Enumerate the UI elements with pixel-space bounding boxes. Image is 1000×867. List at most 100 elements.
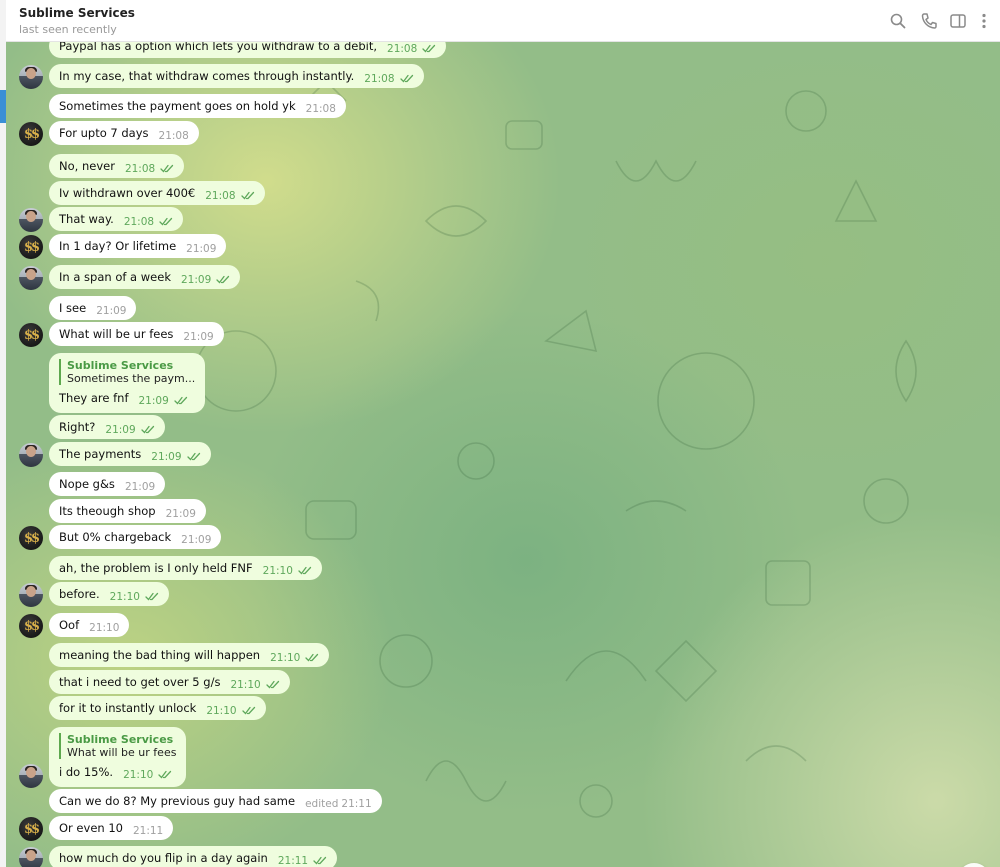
read-check-icon [241,706,255,715]
reply-quote[interactable]: Sublime Services What will be ur fees [59,733,176,759]
message-text: What will be ur fees [59,327,174,341]
message-text: that i need to get over 5 g/s [59,675,221,689]
message-time: 21:11 [341,798,372,810]
message-time: 21:09 [138,395,169,407]
contact-avatar[interactable]: $$ [19,122,43,146]
read-check-icon [141,425,154,434]
chat-title[interactable]: Sublime Services [19,6,135,20]
message-bubble[interactable]: before. 21:10 [49,582,169,606]
read-check-icon [160,164,174,173]
read-check-icon [186,452,200,461]
message-text: Right? [59,420,96,434]
chat-status: last seen recently [19,23,117,36]
contact-avatar[interactable]: $$ [19,235,43,259]
user-avatar[interactable] [19,266,43,290]
message-bubble[interactable]: Sublime Services Sometimes the paym... The… [49,353,206,413]
message-time: 21:08 [305,103,336,115]
message-bubble[interactable]: Or even 10 21:11 [49,816,174,840]
user-avatar[interactable] [19,443,43,467]
message-time: 21:09 [181,534,212,546]
message-text: ah, the problem is I only held FNF [59,561,253,575]
read-check-icon [313,856,327,865]
user-avatar[interactable] [19,208,43,232]
message-text: Oof [59,618,80,632]
message-text: Can we do 8? My previous guy had same [59,794,296,808]
message-bubble[interactable]: But 0% chargeback 21:09 [49,525,222,549]
message-text: In 1 day? Or lifetime [59,239,177,253]
message-bubble[interactable]: for it to instantly unlock 21:10 [49,696,266,720]
more-icon[interactable] [974,11,994,31]
message-text: I see [59,301,87,315]
message-bubble[interactable]: Right? 21:09 [49,415,165,439]
sidebar-toggle-icon[interactable] [948,11,968,31]
message-bubble[interactable]: The payments 21:09 [49,442,211,466]
message-time: 21:10 [109,591,140,603]
search-icon[interactable] [888,11,908,31]
message-text: But 0% chargeback [59,530,172,544]
reply-snippet: What will be ur fees [67,746,177,759]
message-bubble[interactable]: meaning the bad thing will happen 21:10 [49,643,330,667]
message-time: 21:08 [205,190,236,202]
reply-quote[interactable]: Sublime Services Sometimes the paym... [59,359,195,385]
contact-avatar[interactable]: $$ [19,817,43,841]
message-bubble[interactable]: ah, the problem is I only held FNF 21:10 [49,556,322,580]
message-bubble[interactable]: That way. 21:08 [49,207,184,231]
message-bubble[interactable]: For upto 7 days 21:08 [49,121,199,145]
message-text: Or even 10 [59,821,123,835]
message-time: 21:09 [180,274,212,286]
message-time: 21:09 [151,451,182,463]
message-time: 21:10 [262,565,293,577]
contact-avatar[interactable]: $$ [19,614,43,638]
message-bubble[interactable]: Nope g&s 21:09 [49,472,166,496]
message-bubble[interactable]: I see 21:09 [49,296,137,320]
message-bubble[interactable]: In my case, that withdraw comes through … [49,64,424,88]
contact-avatar[interactable]: $$ [19,526,43,550]
message-time: 21:08 [387,43,418,55]
user-avatar[interactable] [19,583,43,607]
message-text: how much do you flip in a day again [59,851,268,865]
message-bubble[interactable]: In a span of a week 21:09 [49,265,241,289]
message-time: 21:10 [206,705,237,717]
message-text: For upto 7 days [59,126,149,140]
message-bubble[interactable]: Paypal has a option which lets you withd… [49,41,447,58]
message-text: i do 15%. [59,765,114,779]
message-bubble[interactable]: In 1 day? Or lifetime 21:09 [49,234,227,258]
message-bubble[interactable]: What will be ur fees 21:09 [49,322,224,346]
read-check-icon [399,74,413,83]
user-avatar[interactable] [19,847,43,867]
message-bubble[interactable]: Oof 21:10 [49,613,130,637]
message-text: The payments [59,447,142,461]
message-text: Iv withdrawn over 400€ [59,186,196,200]
message-time: 21:11 [132,825,164,837]
message-bubble[interactable]: Can we do 8? My previous guy had same edi… [49,789,382,813]
user-avatar[interactable] [19,764,43,788]
message-text: Sometimes the payment goes on hold yk [59,99,296,113]
message-text: They are fnf [59,391,129,405]
message-text: for it to instantly unlock [59,701,197,715]
message-text: meaning the bad thing will happen [59,648,261,662]
message-time: 21:08 [364,73,395,85]
message-bubble[interactable]: Sublime Services What will be ur fees i do… [49,727,187,787]
message-time: 21:09 [105,424,136,436]
message-bubble[interactable]: No, never 21:08 [49,154,185,178]
message-bubble[interactable]: Its theough shop 21:09 [49,499,206,523]
message-time: 21:10 [270,652,301,664]
message-bubble[interactable]: Iv withdrawn over 400€ 21:08 [49,181,265,205]
message-text: No, never [59,159,115,173]
message-bubble[interactable]: how much do you flip in a day again 21:11 [49,846,338,867]
message-bubble[interactable]: Sometimes the payment goes on hold yk 21:… [49,94,346,118]
message-time: 21:09 [124,481,156,493]
user-avatar[interactable] [19,65,43,89]
read-check-icon [159,217,173,226]
phone-icon[interactable] [919,11,939,31]
message-time: 21:08 [123,216,155,228]
message-time: 21:11 [277,855,309,867]
message-bubble[interactable]: that i need to get over 5 g/s 21:10 [49,670,290,694]
contact-avatar[interactable]: $$ [19,323,43,347]
read-check-icon [158,770,172,779]
message-time: 21:09 [186,243,217,255]
message-text: That way. [59,212,114,226]
chat-area[interactable]: $$ $$ $$ $$ $$ $$ Paypal has a option which le… [6,41,1000,867]
message-time: 21:09 [165,508,196,520]
message-edited-label: edited [305,798,339,810]
